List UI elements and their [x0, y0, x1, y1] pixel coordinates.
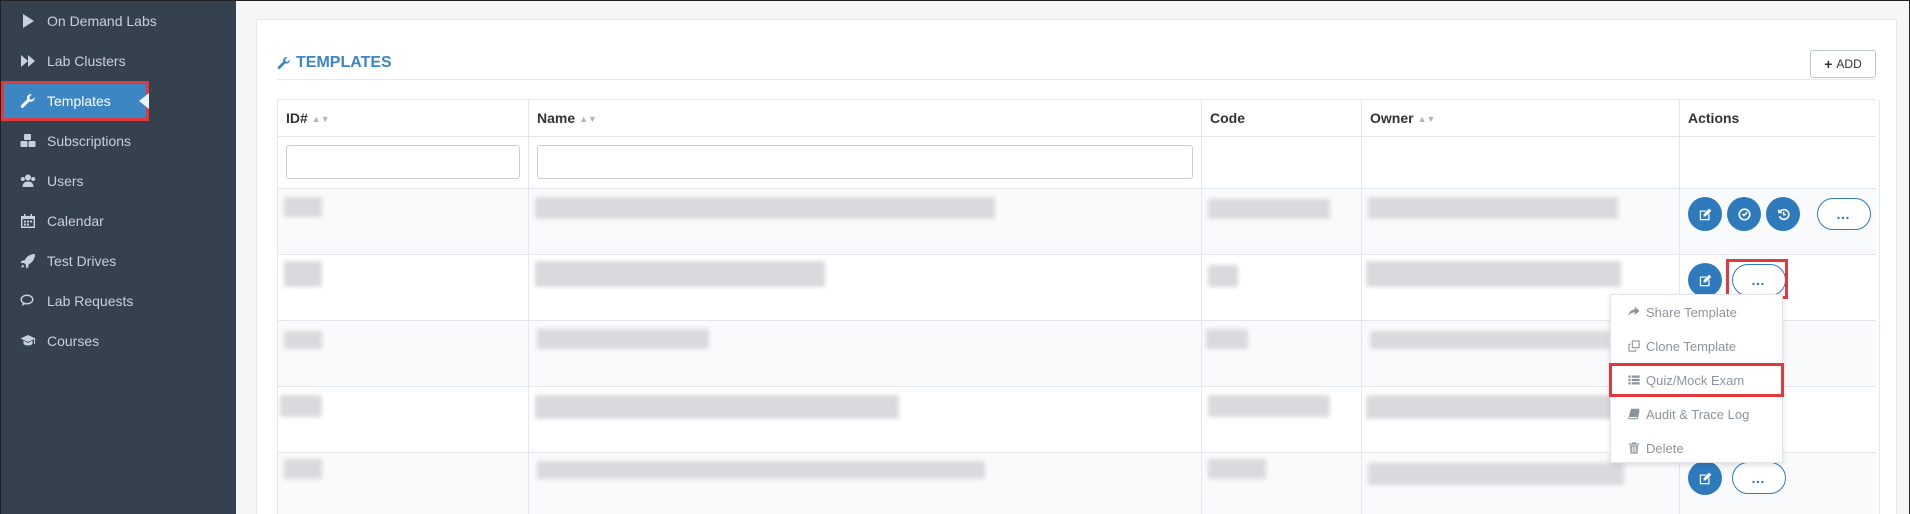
table-row[interactable]: … [277, 189, 1880, 255]
trash-icon [1628, 442, 1640, 454]
sidebar-item-label: On Demand Labs [47, 13, 157, 29]
book-icon [1628, 408, 1640, 420]
sidebar-item-label: Courses [47, 333, 100, 349]
share-icon [1628, 306, 1640, 317]
history-button[interactable] [1766, 197, 1800, 231]
redacted-code [1208, 395, 1330, 417]
graduation-cap-icon [19, 332, 37, 350]
table-header-row: ID# ▲▼ Name ▲▼ Code Owner ▲▼ Actions [277, 100, 1880, 137]
sidebar-item-calendar[interactable]: Calendar [1, 201, 236, 241]
sidebar-item-lab-clusters[interactable]: Lab Clusters [1, 41, 236, 81]
redacted-code [1208, 265, 1238, 287]
table-filter-row [277, 137, 1880, 189]
sidebar-item-label: Users [47, 173, 84, 189]
column-header-actions: Actions [1679, 100, 1880, 136]
redacted-owner [1366, 261, 1621, 287]
cubes-icon [19, 132, 37, 150]
sidebar: On Demand Labs Lab Clusters Templates Su… [1, 1, 236, 514]
sidebar-item-label: Test Drives [47, 253, 117, 269]
redacted-name [537, 329, 709, 349]
sort-icon: ▲▼ [579, 114, 597, 125]
actions-dropdown-menu: Share Template Clone Template Quiz/Mock … [1609, 294, 1784, 465]
column-header-id[interactable]: ID# ▲▼ [277, 100, 528, 136]
menu-item-share-template[interactable]: Share Template [1611, 295, 1782, 329]
sidebar-item-courses[interactable]: Courses [1, 321, 236, 361]
wrench-icon [19, 92, 37, 110]
sidebar-item-label: Calendar [47, 213, 104, 229]
redacted-id [284, 197, 322, 217]
sidebar-item-test-drives[interactable]: Test Drives [1, 241, 236, 281]
page-title-text: TEMPLATES [296, 54, 392, 71]
history-icon [1777, 208, 1790, 220]
sidebar-item-label: Lab Clusters [47, 53, 126, 69]
more-actions-button[interactable]: … [1817, 198, 1871, 230]
redacted-name [537, 461, 985, 479]
comments-icon [19, 292, 37, 310]
edit-icon [1699, 472, 1711, 484]
name-filter-input[interactable] [537, 145, 1193, 179]
redacted-code [1208, 459, 1266, 479]
column-header-code: Code [1201, 100, 1361, 136]
calendar-icon [19, 212, 37, 230]
redacted-owner [1366, 395, 1616, 419]
sidebar-item-subscriptions[interactable]: Subscriptions [1, 121, 236, 161]
id-filter-input[interactable] [286, 145, 520, 179]
redacted-id [284, 261, 322, 287]
rocket-icon [19, 252, 37, 270]
redacted-id [284, 459, 322, 479]
redacted-owner [1368, 197, 1618, 219]
plus-icon: + [1824, 56, 1833, 72]
menu-item-clone-template[interactable]: Clone Template [1611, 329, 1782, 363]
fast-forward-icon [19, 52, 37, 70]
redacted-name [535, 395, 899, 419]
redacted-name [535, 197, 995, 219]
edit-icon [1699, 274, 1711, 286]
menu-item-audit-trace-log[interactable]: Audit & Trace Log [1611, 397, 1782, 431]
sidebar-item-on-demand-labs[interactable]: On Demand Labs [1, 1, 236, 41]
menu-item-delete[interactable]: Delete [1611, 431, 1782, 465]
more-actions-button[interactable]: … [1732, 462, 1786, 494]
column-header-owner[interactable]: Owner ▲▼ [1361, 100, 1679, 136]
approve-button[interactable] [1727, 197, 1761, 231]
clone-icon [1628, 340, 1640, 352]
edit-button[interactable] [1688, 461, 1722, 495]
edit-button[interactable] [1688, 197, 1722, 231]
wrench-icon [277, 57, 290, 70]
list-icon [1628, 375, 1640, 385]
menu-item-quiz-mock-exam[interactable]: Quiz/Mock Exam [1609, 363, 1784, 397]
sort-icon: ▲▼ [311, 114, 330, 125]
sort-icon: ▲▼ [1417, 114, 1436, 125]
edit-icon [1699, 208, 1711, 220]
sidebar-item-lab-requests[interactable]: Lab Requests [1, 281, 236, 321]
users-icon [19, 172, 37, 190]
redacted-code [1208, 199, 1330, 219]
sidebar-item-templates[interactable]: Templates [1, 81, 149, 121]
check-circle-icon [1737, 207, 1751, 221]
edit-button[interactable] [1688, 263, 1722, 297]
redacted-id [280, 395, 322, 417]
panel-header: TEMPLATES + ADD [277, 36, 1876, 80]
sidebar-item-users[interactable]: Users [1, 161, 236, 201]
column-header-name[interactable]: Name ▲▼ [528, 100, 1201, 136]
sidebar-item-label: Subscriptions [47, 133, 132, 149]
add-button-label: ADD [1836, 57, 1862, 71]
sidebar-item-label: Lab Requests [47, 293, 134, 309]
redacted-id [284, 331, 322, 349]
redacted-owner [1368, 463, 1624, 485]
redacted-code [1206, 329, 1248, 349]
redacted-owner [1370, 331, 1610, 349]
redacted-name [535, 261, 825, 287]
page-title: TEMPLATES [277, 54, 392, 72]
sidebar-item-label: Templates [47, 93, 111, 109]
play-icon [19, 12, 37, 30]
highlight-box [1726, 259, 1788, 299]
add-button[interactable]: + ADD [1810, 50, 1876, 78]
